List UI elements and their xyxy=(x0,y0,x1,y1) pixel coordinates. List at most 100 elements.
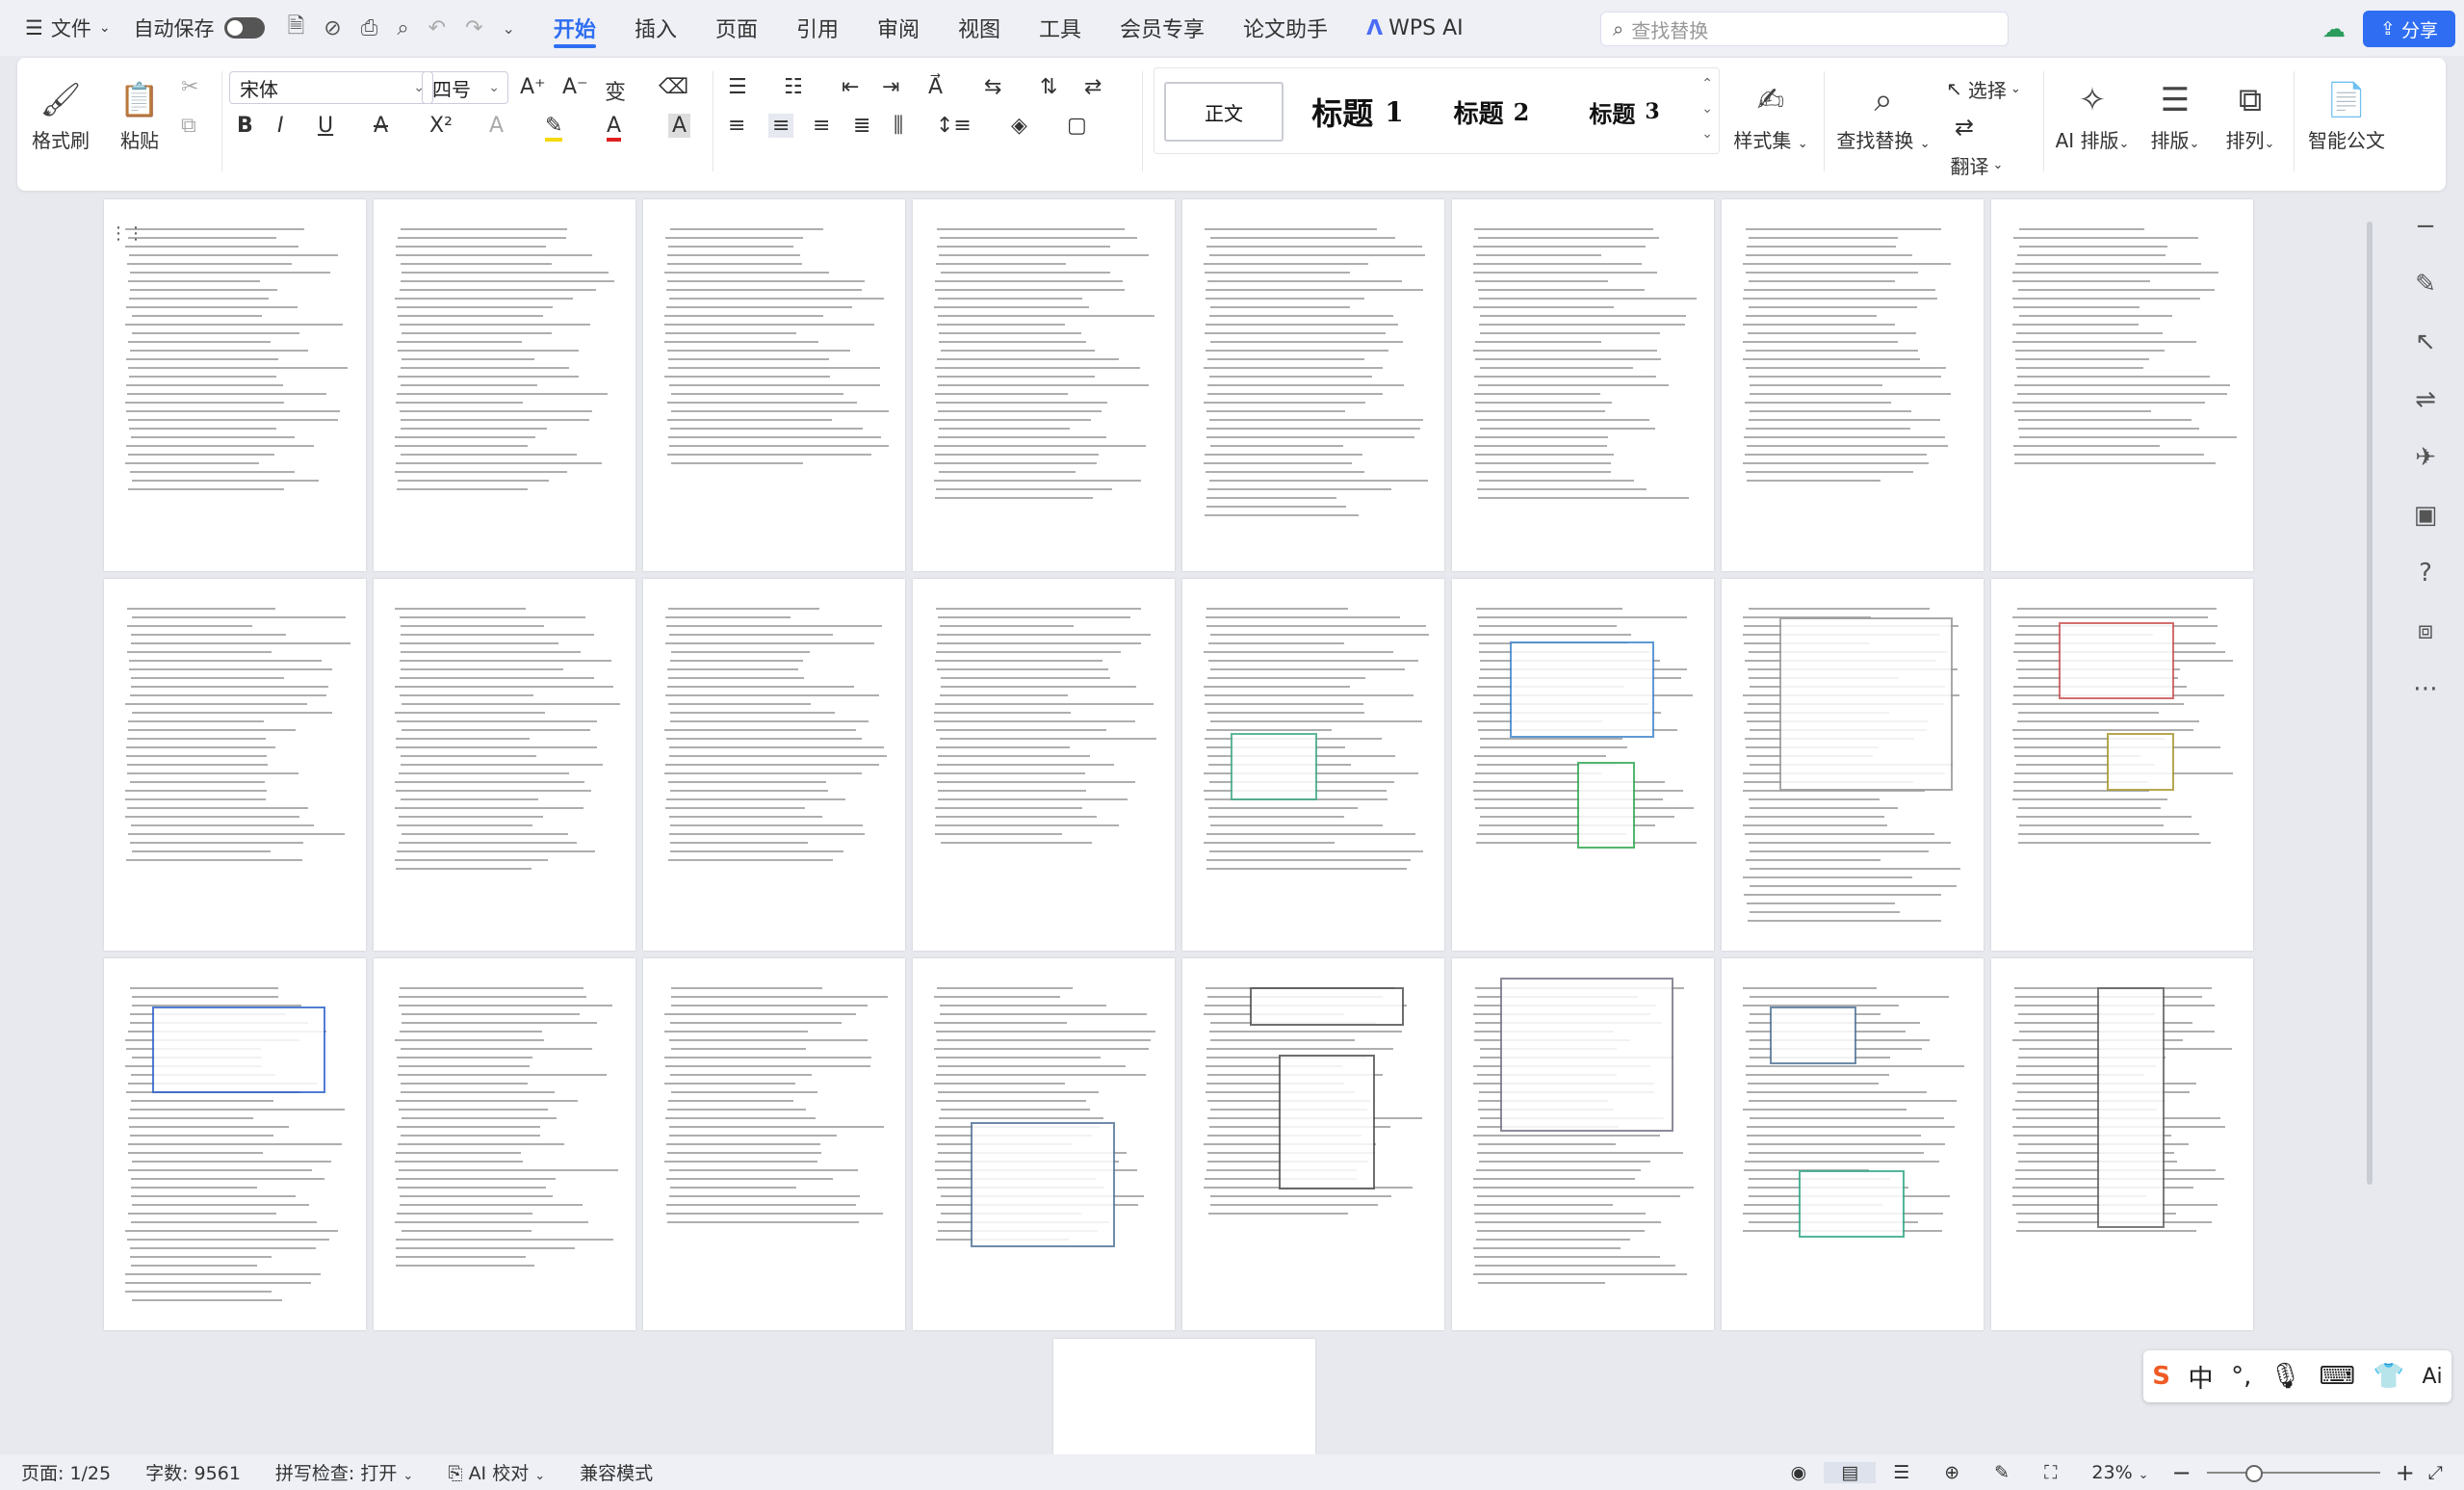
styles-scroll-up-icon[interactable]: ⌃ xyxy=(1701,76,1713,91)
navigation-pane-icon[interactable]: ⋮⋮ xyxy=(110,223,144,244)
text-effect-icon[interactable]: A xyxy=(489,114,504,138)
border-icon[interactable]: ▢ xyxy=(1067,114,1087,138)
shrink-font-icon[interactable]: A⁻ xyxy=(562,75,588,99)
line-spacing-icon[interactable]: ↕≡ xyxy=(936,114,972,138)
web-view-icon[interactable]: ⊕ xyxy=(1927,1462,1977,1483)
bold-icon[interactable]: B xyxy=(237,114,253,138)
zoom-out-icon[interactable]: − xyxy=(2166,1459,2197,1486)
arrange-button[interactable]: ⧉ 排列⌄ xyxy=(2217,73,2284,160)
paste-button[interactable]: 📋 粘贴 xyxy=(106,73,173,160)
autosave[interactable]: 自动保存 xyxy=(124,0,278,56)
smart-doc-button[interactable]: 📄 智能公文 xyxy=(2303,73,2390,160)
fit-icon[interactable]: ⛶ xyxy=(2027,1462,2074,1483)
tab-view[interactable]: 视图 xyxy=(939,0,1020,56)
image-icon[interactable]: ▣ xyxy=(2414,486,2438,544)
search-input[interactable]: ⌕ 查找替换 xyxy=(1600,12,2009,46)
strikethrough-icon[interactable]: A xyxy=(374,114,388,138)
microphone-icon[interactable]: 🎙 xyxy=(2269,1362,2301,1391)
font-name-select[interactable]: 宋体 ⌄ xyxy=(229,71,433,104)
tab-review[interactable]: 审阅 xyxy=(858,0,939,56)
select-button[interactable]: ↖ 选择 ⌄ xyxy=(1935,71,2032,106)
skin-icon[interactable]: 👕 xyxy=(2373,1362,2404,1391)
layout-button[interactable]: ☰ 排版⌄ xyxy=(2141,73,2209,160)
redo-icon[interactable]: ↷ xyxy=(455,16,492,40)
phonetic-icon[interactable]: 变 xyxy=(605,75,626,106)
minimize-panel-icon[interactable]: − xyxy=(2415,197,2436,255)
print-icon[interactable]: ⎙ xyxy=(351,16,388,40)
scrollbar-thumb[interactable] xyxy=(2367,222,2373,1185)
word-count[interactable]: 字数: 9561 xyxy=(128,1459,258,1485)
file-menu[interactable]: ☰ 文件 ⌄ xyxy=(0,0,124,56)
find-replace-button[interactable]: ⌕ 查找替换 ⌄ xyxy=(1828,73,1939,160)
font-color-icon[interactable]: A xyxy=(607,114,622,142)
tab-page[interactable]: 页面 xyxy=(696,0,777,56)
undo-icon[interactable]: ↶ xyxy=(419,16,455,40)
tools-icon[interactable]: ✈ xyxy=(2415,429,2436,486)
save-icon[interactable]: 🗎 xyxy=(278,10,315,46)
ime-chinese-mode[interactable]: 中 xyxy=(2189,1359,2214,1395)
page-indicator[interactable]: 页面: 1/25 xyxy=(0,1459,128,1485)
share-link-icon[interactable]: ⊘ xyxy=(314,16,350,40)
align-right-icon[interactable]: ≡ xyxy=(813,114,830,138)
write-mode-icon[interactable]: ✎ xyxy=(1977,1462,2027,1483)
justify-icon[interactable]: ≣ xyxy=(853,114,870,138)
ai-icon[interactable]: Ai xyxy=(2422,1365,2442,1389)
align-center-icon[interactable]: ≡ xyxy=(768,114,794,138)
style-set-button[interactable]: ✍ 样式集 ⌄ xyxy=(1727,73,1814,160)
eye-protection-icon[interactable]: ◉ xyxy=(1774,1462,1825,1483)
styles-scroll-down-icon[interactable]: ⌄ xyxy=(1701,101,1713,117)
tab-tools[interactable]: 工具 xyxy=(1020,0,1101,56)
ai-layout-button[interactable]: ✧ AI 排版⌄ xyxy=(2049,73,2136,160)
style-heading-2[interactable]: 标题 2 xyxy=(1434,82,1549,142)
tab-thesis[interactable]: 论文助手 xyxy=(1224,0,1347,56)
cut-icon[interactable]: ✂ xyxy=(181,75,198,99)
tab-member[interactable]: 会员专享 xyxy=(1101,0,1224,56)
text-direction-icon[interactable]: A⃗ xyxy=(928,75,943,99)
print-preview-icon[interactable]: ⌕ xyxy=(387,16,418,40)
ai-check-status[interactable]: ⎘ AI 校对 ⌄ xyxy=(430,1459,562,1485)
cloud-sync-icon[interactable]: ☁ xyxy=(2322,15,2346,42)
grow-font-icon[interactable]: A⁺ xyxy=(520,75,546,99)
format-painter-button[interactable]: 🖌 格式刷 xyxy=(27,73,94,160)
punctuation-icon[interactable]: °, xyxy=(2231,1362,2251,1391)
translate-icon[interactable]: ⇄ xyxy=(1955,114,1974,141)
more-icon[interactable]: ⋯ xyxy=(2413,660,2438,718)
zoom-in-icon[interactable]: + xyxy=(2390,1459,2428,1486)
superscript-icon[interactable]: X² xyxy=(429,114,453,138)
more-chevron-icon[interactable]: ⌄ xyxy=(493,19,525,38)
adjust-icon[interactable]: ⇌ xyxy=(2415,371,2436,429)
sort-icon[interactable]: ⇅ xyxy=(1040,75,1057,99)
distribute-icon[interactable]: ⫼ xyxy=(894,114,903,138)
styles-more-icon[interactable]: ⌄ xyxy=(1701,126,1713,142)
chinese-layout-icon[interactable]: ⇆ xyxy=(984,75,1001,99)
outline-view-icon[interactable]: ☰ xyxy=(1876,1462,1927,1483)
underline-icon[interactable]: U xyxy=(318,114,333,138)
translate-button[interactable]: 翻译 ⌄ xyxy=(1933,150,2020,179)
help-icon[interactable]: ? xyxy=(2419,544,2432,602)
keyboard-icon[interactable]: ⌨ xyxy=(2319,1362,2355,1391)
show-marks-icon[interactable]: ⇄ xyxy=(1084,75,1102,99)
copy-icon[interactable]: ⧉ xyxy=(181,114,196,138)
highlight-icon[interactable]: ✎ xyxy=(545,114,563,142)
align-left-icon[interactable]: ≡ xyxy=(728,114,745,138)
tab-references[interactable]: 引用 xyxy=(777,0,858,56)
zoom-level[interactable]: 23% ⌄ xyxy=(2074,1462,2166,1483)
vertical-scrollbar[interactable] xyxy=(2365,202,2374,1416)
autosave-toggle[interactable] xyxy=(223,17,265,39)
numbered-list-icon[interactable]: ☷ xyxy=(784,75,803,99)
style-heading-3[interactable]: 标题 3 xyxy=(1567,82,1682,142)
style-title[interactable]: 标题 1 xyxy=(1295,82,1420,142)
edit-icon[interactable]: ✎ xyxy=(2415,255,2436,313)
cursor-select-icon[interactable]: ↖ xyxy=(2415,313,2436,371)
tab-insert[interactable]: 插入 xyxy=(615,0,696,56)
italic-icon[interactable]: I xyxy=(277,114,284,138)
tab-home[interactable]: 开始 xyxy=(534,0,615,56)
increase-indent-icon[interactable]: ⇥ xyxy=(882,75,899,99)
char-shading-icon[interactable]: A xyxy=(668,114,691,138)
shading-icon[interactable]: ◈ xyxy=(1011,114,1027,138)
style-normal[interactable]: 正文 xyxy=(1164,82,1284,142)
page-view-icon[interactable]: ▤ xyxy=(1824,1461,1877,1483)
share-button[interactable]: ⇪ 分享 xyxy=(2363,11,2455,47)
bullet-list-icon[interactable]: ☰ xyxy=(728,75,747,99)
clear-format-icon[interactable]: ⌫ xyxy=(659,75,688,99)
